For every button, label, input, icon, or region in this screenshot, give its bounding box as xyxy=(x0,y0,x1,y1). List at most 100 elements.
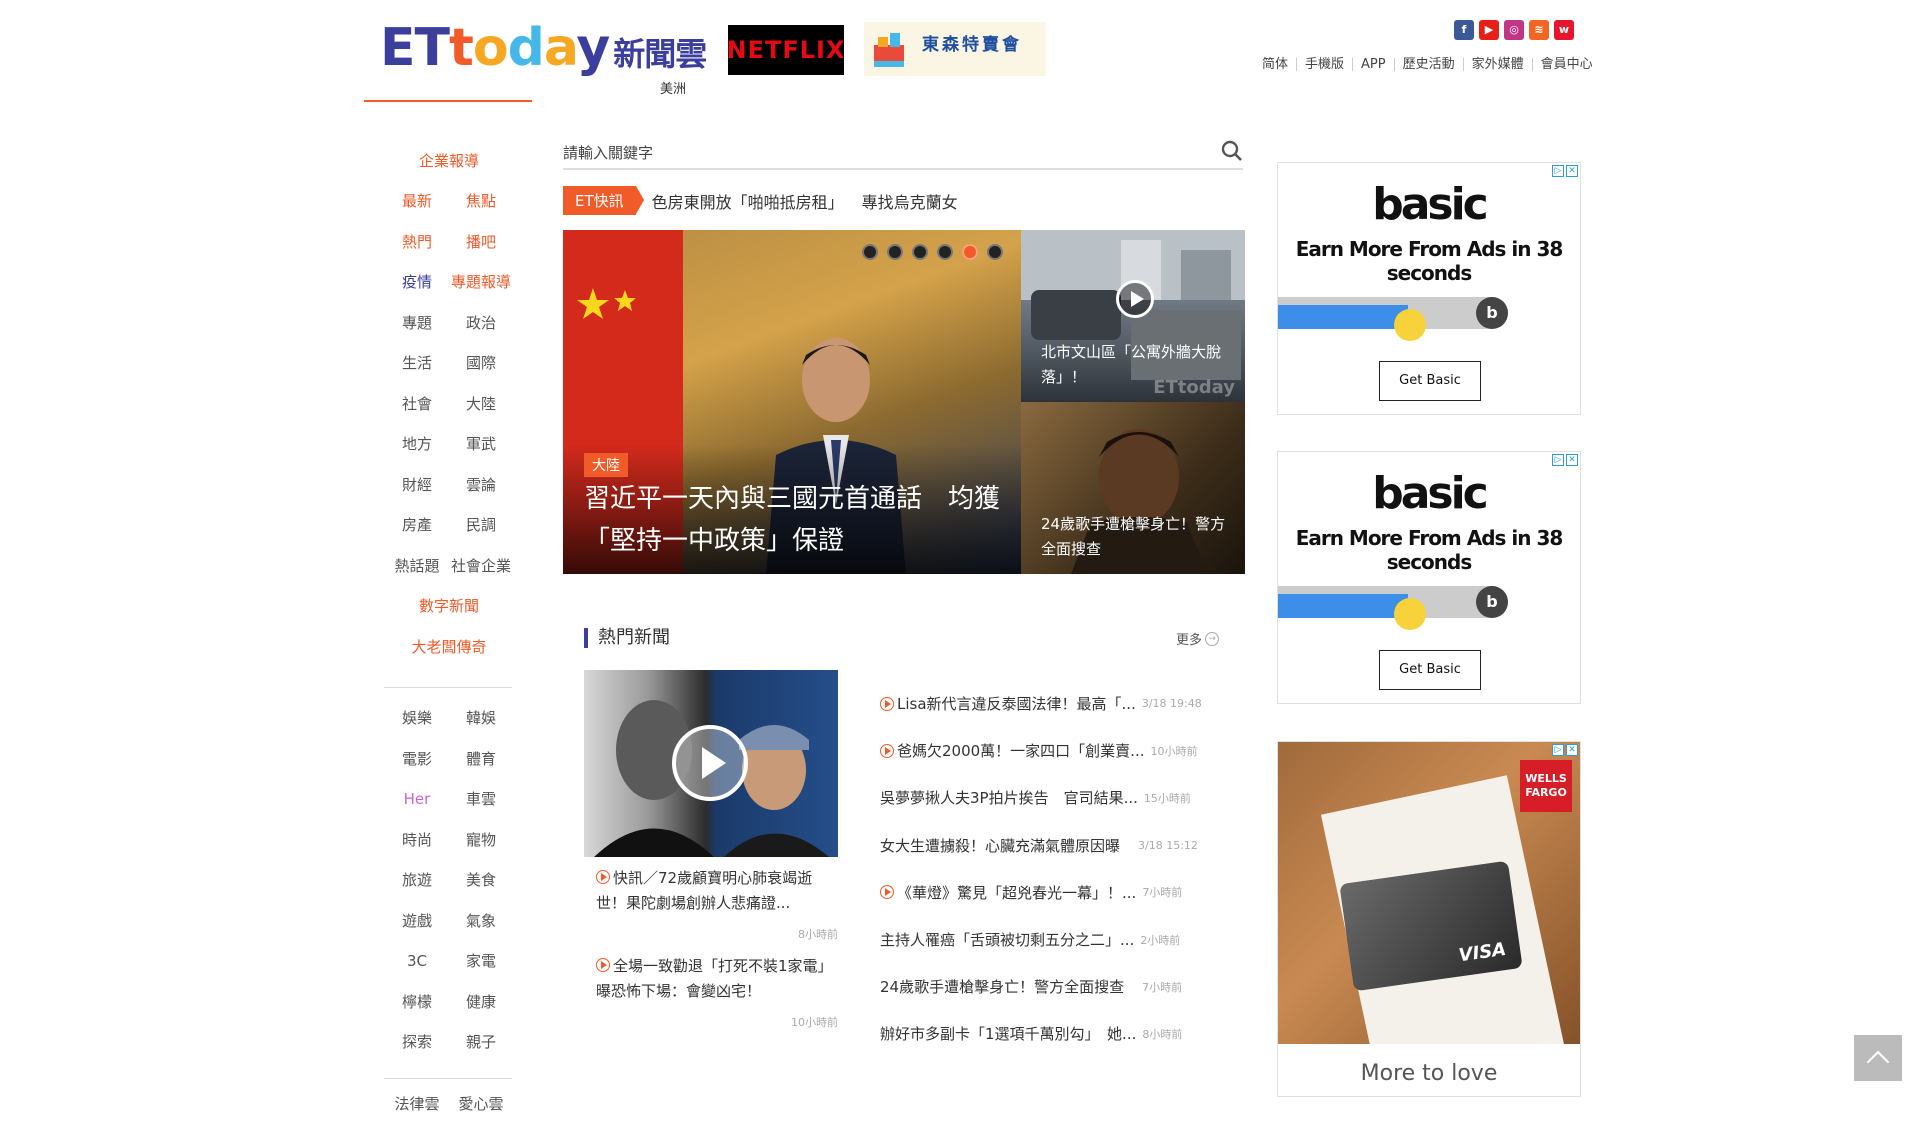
sidebar-item[interactable]: 財經 xyxy=(385,474,449,495)
carousel-dot[interactable] xyxy=(887,244,903,260)
topnav-member-center[interactable]: 會員中心 xyxy=(1531,58,1601,71)
sidebar-item[interactable]: 軍武 xyxy=(449,433,513,454)
sidebar-item[interactable]: 健康 xyxy=(449,991,513,1012)
sidebar-item[interactable]: 電影 xyxy=(385,748,449,769)
youtube-icon[interactable]: ▶ xyxy=(1479,20,1499,40)
sidebar-item[interactable]: 專題報導 xyxy=(449,271,513,292)
adchoices-icon[interactable]: ▷ xyxy=(1552,744,1564,756)
sidebar-item[interactable]: 娛樂 xyxy=(385,707,449,728)
sidebar-item[interactable]: 探索 xyxy=(385,1031,449,1052)
side-story-2[interactable]: 24歲歌手遭槍擊身亡！警方全面搜查 xyxy=(1021,402,1245,574)
sidebar-item[interactable]: 遊戲 xyxy=(385,910,449,931)
sidebar-item[interactable]: 熱話題 xyxy=(385,555,449,576)
hero-category-badge[interactable]: 大陸 xyxy=(584,453,628,477)
sidebar-item[interactable]: 大陸 xyxy=(449,393,513,414)
left-news-title[interactable]: 全場一致勸退「打死不裝1家電」 曝恐怖下場：會變凶宅！ xyxy=(596,957,840,1000)
close-icon[interactable]: ✕ xyxy=(1566,454,1578,466)
topnav-app[interactable]: APP xyxy=(1352,58,1394,71)
list-item-title[interactable]: 爸媽欠2000萬！一家四口「創業賣... xyxy=(897,740,1144,761)
region-label[interactable]: 美洲 xyxy=(660,78,686,97)
left-news-title[interactable]: 快訊／72歲顧寶明心肺衰竭逝世！果陀劇場創辦人悲痛證... xyxy=(596,869,812,912)
hot-news-thumbnail[interactable] xyxy=(584,670,838,857)
sidebar-item[interactable]: 美食 xyxy=(449,869,513,890)
list-item[interactable]: 吳夢夢揪人夫3P拍片挨告 官司結果... 15小時前 xyxy=(880,774,1216,821)
search-input[interactable] xyxy=(563,144,1221,162)
carousel-dot[interactable] xyxy=(862,244,878,260)
sidebar-item[interactable]: 檸檬 xyxy=(385,991,449,1012)
list-item[interactable]: 爸媽欠2000萬！一家四口「創業賣... 10小時前 xyxy=(880,727,1216,774)
sidebar-item[interactable]: 法律雲 xyxy=(385,1093,449,1114)
rss-icon[interactable]: ≋ xyxy=(1529,20,1549,40)
more-link[interactable]: 更多 → xyxy=(1176,629,1220,648)
netflix-banner[interactable]: NETFLIX xyxy=(727,25,845,75)
basic-ad-1[interactable]: ▷ ✕ basic Earn More From Ads in 38 second… xyxy=(1277,162,1581,415)
search-icon[interactable] xyxy=(1221,140,1243,166)
carousel-dot-active[interactable] xyxy=(962,244,978,260)
sidebar-item[interactable]: 國際 xyxy=(449,352,513,373)
sidebar-item[interactable]: 車雲 xyxy=(449,788,513,809)
sidebar-item[interactable]: 地方 xyxy=(385,433,449,454)
instagram-icon[interactable]: ◎ xyxy=(1504,20,1524,40)
sidebar-item[interactable]: 3C xyxy=(385,952,449,970)
tokyo-sale-banner[interactable]: 東森特賣會 xyxy=(864,22,1046,76)
list-item-title[interactable]: 辦好市多副卡「1選項千萬別勾」 她... xyxy=(880,1023,1136,1044)
list-item[interactable]: 24歲歌手遭槍擊身亡！警方全面搜查 7小時前 xyxy=(880,963,1216,1010)
list-item-title[interactable]: 《華燈》驚見「超兇春光一幕」！... xyxy=(897,882,1136,903)
sidebar-item[interactable]: 最新 xyxy=(385,190,449,211)
hot-news-left-item[interactable]: 快訊／72歲顧寶明心肺衰竭逝世！果陀劇場創辦人悲痛證... 8小時前 xyxy=(596,866,838,947)
weibo-icon[interactable]: w xyxy=(1554,20,1574,40)
basic-ad-2[interactable]: ▷ ✕ basic Earn More From Ads in 38 second… xyxy=(1277,451,1581,704)
sidebar-item[interactable]: 生活 xyxy=(385,352,449,373)
list-item-title[interactable]: 主持人罹癌「舌頭被切剩五分之二」... xyxy=(880,929,1134,950)
sidebar-item[interactable]: 焦點 xyxy=(449,190,513,211)
flash-item[interactable]: 色房東開放「啪啪抵房租」 xyxy=(652,189,844,213)
list-item[interactable]: Lisa新代言違反泰國法律！最高「... 3/18 19:48 xyxy=(880,680,1216,727)
topnav-ooh-media[interactable]: 家外媒體 xyxy=(1462,58,1532,71)
adchoices-icon[interactable]: ▷ xyxy=(1552,165,1564,177)
adchoices-icon[interactable]: ▷ xyxy=(1552,454,1564,466)
side-story-2-caption[interactable]: 24歲歌手遭槍擊身亡！警方全面搜查 xyxy=(1041,512,1231,562)
list-item[interactable]: 主持人罹癌「舌頭被切剩五分之二」... 2小時前 xyxy=(880,916,1216,963)
topnav-mobile[interactable]: 手機版 xyxy=(1296,58,1352,71)
sidebar-item[interactable]: 專題 xyxy=(385,312,449,333)
sidebar-item[interactable]: 熱門 xyxy=(385,231,449,252)
sidebar-item[interactable]: 房產 xyxy=(385,514,449,535)
sidebar-item[interactable]: 政治 xyxy=(449,312,513,333)
sidebar-item[interactable]: 企業報導 xyxy=(419,150,479,171)
sidebar-item[interactable]: 雲論 xyxy=(449,474,513,495)
sidebar-item[interactable]: 民調 xyxy=(449,514,513,535)
flash-item[interactable]: 專找烏克蘭女 xyxy=(862,189,958,213)
hero-slide[interactable]: 大陸 習近平一天內與三國元首通話 均獲「堅持一中政策」保證 xyxy=(563,230,1021,574)
list-item-title[interactable]: 24歲歌手遭槍擊身亡！警方全面搜查 xyxy=(880,976,1124,997)
list-item[interactable]: 辦好市多副卡「1選項千萬別勾」 她... 8小時前 xyxy=(880,1010,1216,1057)
hero-title[interactable]: 習近平一天內與三國元首通話 均獲「堅持一中政策」保證 xyxy=(584,478,1004,562)
close-icon[interactable]: ✕ xyxy=(1566,165,1578,177)
play-icon[interactable] xyxy=(1116,280,1154,318)
sidebar-item[interactable]: 體育 xyxy=(449,748,513,769)
sidebar-item[interactable]: 社會企業 xyxy=(449,555,513,576)
topnav-simplified[interactable]: 简体 xyxy=(1254,58,1296,71)
carousel-dot[interactable] xyxy=(987,244,1003,260)
wells-fargo-ad[interactable]: ▷ ✕ VISA WELLS FARGO More to love xyxy=(1277,741,1581,1097)
list-item[interactable]: 女大生遭擄殺！心臟充滿氣體原因曝 3/18 15:12 xyxy=(880,822,1216,869)
sidebar-item[interactable]: 疫情 xyxy=(385,271,449,292)
sidebar-item[interactable]: 寵物 xyxy=(449,829,513,850)
side-story-1[interactable]: ETtoday 北市文山區「公寓外牆大脫落」！ xyxy=(1021,230,1245,402)
facebook-icon[interactable]: f xyxy=(1454,20,1474,40)
hot-news-left-item[interactable]: 全場一致勸退「打死不裝1家電」 曝恐怖下場：會變凶宅！ 10小時前 xyxy=(596,954,840,1035)
sidebar-item[interactable]: 大老闆傳奇 xyxy=(411,636,486,657)
carousel-dot[interactable] xyxy=(937,244,953,260)
sidebar-item[interactable]: 社會 xyxy=(385,393,449,414)
list-item-title[interactable]: 吳夢夢揪人夫3P拍片挨告 官司結果... xyxy=(880,787,1138,808)
sidebar-item[interactable]: 旅遊 xyxy=(385,869,449,890)
ettoday-logo[interactable]: ETtoday 新聞雲 xyxy=(380,20,707,100)
list-item-title[interactable]: Lisa新代言違反泰國法律！最高「... xyxy=(897,693,1136,714)
get-basic-button[interactable]: Get Basic xyxy=(1379,650,1481,690)
list-item[interactable]: 《華燈》驚見「超兇春光一幕」！... 7小時前 xyxy=(880,869,1216,916)
close-icon[interactable]: ✕ xyxy=(1566,744,1578,756)
play-icon[interactable] xyxy=(672,725,748,801)
sidebar-item[interactable]: 愛心雲 xyxy=(449,1093,513,1114)
sidebar-item[interactable]: 氣象 xyxy=(449,910,513,931)
get-basic-button[interactable]: Get Basic xyxy=(1379,361,1481,401)
sidebar-item[interactable]: 親子 xyxy=(449,1031,513,1052)
